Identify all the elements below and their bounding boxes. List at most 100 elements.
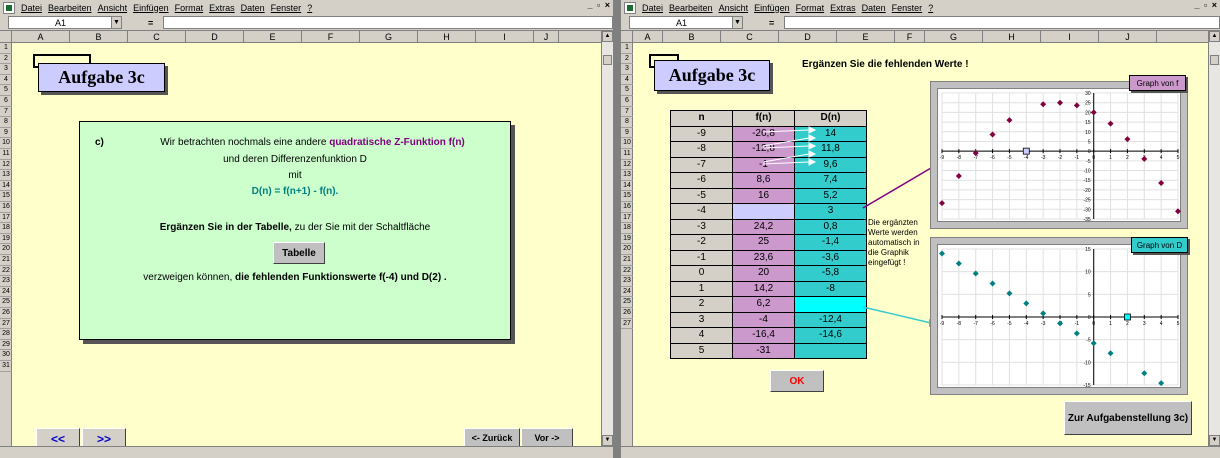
row-header-19[interactable]: 19 [0,234,12,245]
row-header-16[interactable]: 16 [621,202,633,213]
column-header-h[interactable]: H [983,31,1041,43]
row-header-27[interactable]: 27 [0,319,12,330]
tabelle-button[interactable]: Tabelle [273,242,325,264]
input-cell[interactable] [732,203,795,220]
chevron-down-icon[interactable]: ▼ [732,17,742,28]
row-header-24[interactable]: 24 [0,287,12,298]
column-header-d[interactable]: D [186,31,244,43]
row-header-2[interactable]: 2 [621,54,633,65]
name-box[interactable]: A1 ▼ [8,16,122,29]
row-header-22[interactable]: 22 [0,266,12,277]
column-header-c[interactable]: C [128,31,186,43]
menu-extras[interactable]: Extras [827,3,859,13]
column-header-a[interactable]: A [12,31,70,43]
excel-app-icon[interactable] [3,1,15,14]
menu-datei[interactable]: Datei [639,3,666,13]
row-header-26[interactable]: 26 [0,308,12,319]
row-header-14[interactable]: 14 [0,181,12,192]
row-header-7[interactable]: 7 [0,107,12,118]
excel-app-icon[interactable] [624,1,636,14]
row-header-19[interactable]: 19 [621,234,633,245]
row-header-10[interactable]: 10 [621,138,633,149]
row-header-5[interactable]: 5 [0,85,12,96]
row-header-17[interactable]: 17 [621,213,633,224]
formula-input[interactable] [784,16,1220,29]
row-header-27[interactable]: 27 [621,319,633,330]
scroll-up-icon[interactable]: ▲ [602,31,613,42]
worksheet[interactable]: Aufgabe 3c Ergänzen Sie die fehlenden We… [633,43,1208,446]
row-header-9[interactable]: 9 [0,128,12,139]
row-header-23[interactable]: 23 [0,276,12,287]
menu-fenster[interactable]: Fenster [268,3,305,13]
menu-help[interactable]: ? [925,3,936,13]
row-header-3[interactable]: 3 [0,64,12,75]
menu-help[interactable]: ? [304,3,315,13]
menu-daten[interactable]: Daten [238,3,268,13]
row-header-15[interactable]: 15 [0,191,12,202]
row-header-1[interactable]: 1 [0,43,12,54]
row-header-12[interactable]: 12 [621,160,633,171]
select-all-corner[interactable] [621,31,633,43]
row-header-3[interactable]: 3 [621,64,633,75]
column-header-f[interactable]: F [895,31,925,43]
row-header-10[interactable]: 10 [0,138,12,149]
row-header-25[interactable]: 25 [621,297,633,308]
menu-datei[interactable]: Datei [18,3,45,13]
row-header-25[interactable]: 25 [0,297,12,308]
row-header-29[interactable]: 29 [0,340,12,351]
column-header-b[interactable]: B [70,31,128,43]
row-header-21[interactable]: 21 [621,255,633,266]
input-cell[interactable] [794,296,867,313]
name-box[interactable]: A1 ▼ [629,16,743,29]
row-header-6[interactable]: 6 [621,96,633,107]
row-header-31[interactable]: 31 [0,361,12,372]
row-header-11[interactable]: 11 [621,149,633,160]
menu-einfuegen[interactable]: Einfügen [751,3,793,13]
row-header-4[interactable]: 4 [621,75,633,86]
column-header-e[interactable]: E [837,31,895,43]
row-header-24[interactable]: 24 [621,287,633,298]
column-header-i[interactable]: I [476,31,534,43]
back-to-task-button[interactable]: Zur Aufgabenstellung 3c) [1064,401,1192,435]
formula-input[interactable] [163,16,613,29]
vertical-scrollbar[interactable]: ▲ ▼ [601,31,613,446]
back-button[interactable]: <- Zurück [464,428,520,448]
window-controls[interactable]: _ ▫ × [588,0,611,10]
row-header-13[interactable]: 13 [0,170,12,181]
column-header-b[interactable]: B [663,31,721,43]
horizontal-scrollbar[interactable] [621,446,1220,458]
row-header-15[interactable]: 15 [621,191,633,202]
row-header-4[interactable]: 4 [0,75,12,86]
row-header-9[interactable]: 9 [621,128,633,139]
row-header-17[interactable]: 17 [0,213,12,224]
row-header-20[interactable]: 20 [621,244,633,255]
window-controls[interactable]: _ ▫ × [1195,0,1218,10]
column-header-f[interactable]: F [302,31,360,43]
forward-button[interactable]: Vor -> [521,428,573,448]
row-header-14[interactable]: 14 [621,181,633,192]
column-header-e[interactable]: E [244,31,302,43]
row-header-8[interactable]: 8 [621,117,633,128]
ok-button[interactable]: OK [770,370,824,392]
row-header-22[interactable]: 22 [621,266,633,277]
menu-bearbeiten[interactable]: Bearbeiten [666,3,716,13]
row-header-18[interactable]: 18 [0,223,12,234]
column-header-i[interactable]: I [1041,31,1099,43]
row-header-7[interactable]: 7 [621,107,633,118]
chevron-down-icon[interactable]: ▼ [111,17,121,28]
row-header-8[interactable]: 8 [0,117,12,128]
row-header-20[interactable]: 20 [0,244,12,255]
row-header-2[interactable]: 2 [0,54,12,65]
menu-ansicht[interactable]: Ansicht [716,3,752,13]
horizontal-scrollbar[interactable] [0,446,613,458]
row-header-13[interactable]: 13 [621,170,633,181]
row-header-16[interactable]: 16 [0,202,12,213]
row-header-11[interactable]: 11 [0,149,12,160]
row-header-28[interactable]: 28 [0,329,12,340]
row-header-5[interactable]: 5 [621,85,633,96]
row-header-23[interactable]: 23 [621,276,633,287]
column-header-a[interactable]: A [633,31,663,43]
menu-bearbeiten[interactable]: Bearbeiten [45,3,95,13]
menu-format[interactable]: Format [793,3,828,13]
row-header-12[interactable]: 12 [0,160,12,171]
